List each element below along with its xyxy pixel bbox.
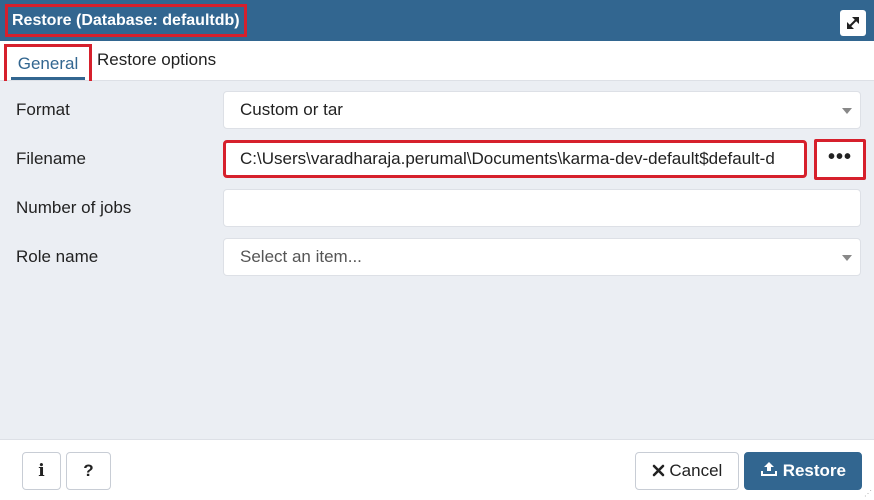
caret-down-icon xyxy=(842,255,852,261)
info-button[interactable]: i xyxy=(22,452,61,490)
format-label: Format xyxy=(16,100,70,119)
dialog-title: Restore (Database: defaultdb) xyxy=(5,4,247,37)
caret-down-icon xyxy=(842,108,852,114)
maximize-icon xyxy=(847,17,859,29)
dialog-titlebar: Restore (Database: defaultdb) xyxy=(0,0,874,41)
restore-button[interactable]: Restore xyxy=(744,452,862,490)
format-value: Custom or tar xyxy=(240,100,343,119)
info-icon: i xyxy=(38,461,45,481)
general-panel: Format Custom or tar Filename C:\Users\v… xyxy=(0,81,874,439)
resize-grip-icon[interactable]: ⋰ xyxy=(864,490,872,498)
browse-button[interactable]: ••• xyxy=(814,139,866,180)
restore-label: Restore xyxy=(782,461,847,480)
upload-icon xyxy=(760,462,777,476)
help-icon: ? xyxy=(83,461,94,480)
role-placeholder: Select an item... xyxy=(240,247,362,266)
ellipsis-icon: ••• xyxy=(827,146,852,168)
role-select[interactable]: Select an item... xyxy=(223,238,861,276)
tab-general-label: General xyxy=(17,54,79,73)
jobs-input[interactable] xyxy=(223,189,861,227)
filename-label: Filename xyxy=(16,149,86,168)
cancel-label: Cancel xyxy=(669,461,723,480)
tab-bar: General Restore options xyxy=(0,41,874,100)
tab-restore-options[interactable]: Restore options xyxy=(97,41,216,81)
filename-input[interactable]: C:\Users\varadharaja.perumal\Documents\k… xyxy=(223,140,807,178)
format-select[interactable]: Custom or tar xyxy=(223,91,861,129)
filename-value: C:\Users\varadharaja.perumal\Documents\k… xyxy=(240,149,775,168)
dialog-footer: i ? Cancel Restore ⋰ xyxy=(0,439,874,500)
jobs-label: Number of jobs xyxy=(16,198,132,217)
help-button[interactable]: ? xyxy=(66,452,111,490)
x-icon xyxy=(652,464,664,477)
role-label: Role name xyxy=(16,247,99,266)
cancel-button[interactable]: Cancel xyxy=(635,452,739,490)
active-tab-indicator xyxy=(11,77,85,80)
tab-restore-options-label: Restore options xyxy=(97,50,217,69)
maximize-button[interactable] xyxy=(840,10,866,36)
